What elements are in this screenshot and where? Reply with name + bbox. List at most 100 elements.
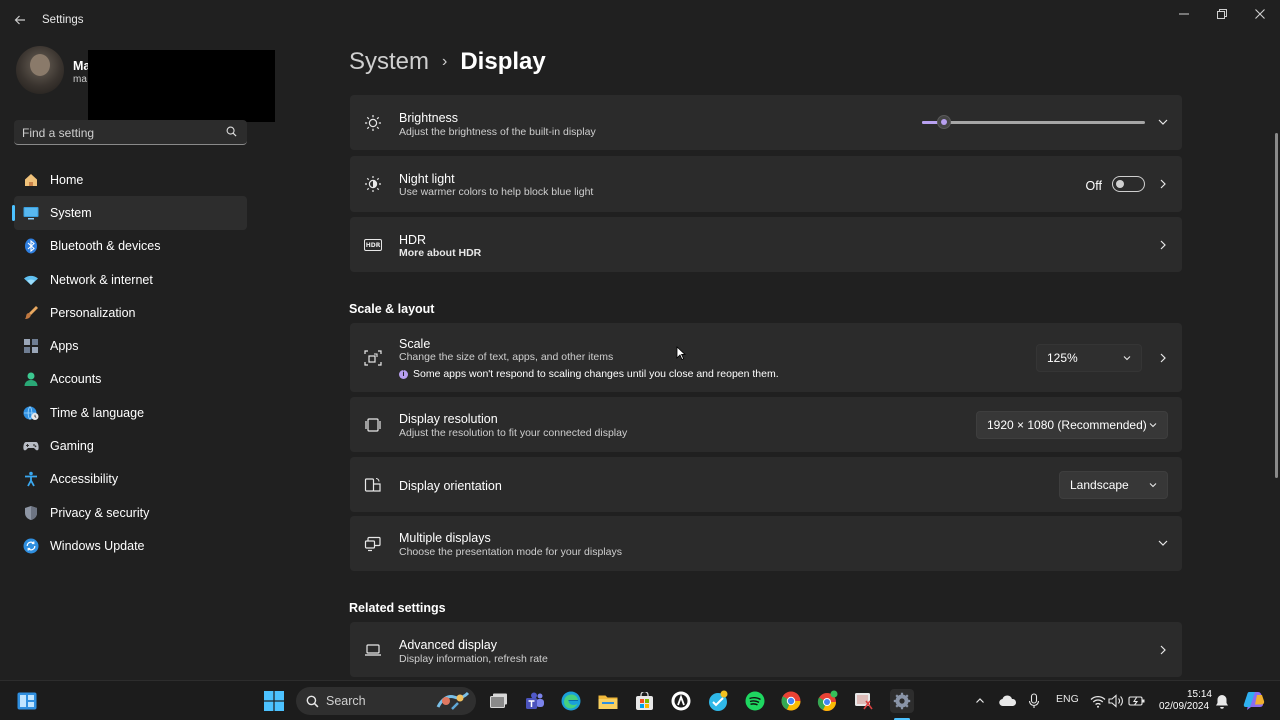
search-icon[interactable] [226, 126, 237, 137]
widgets-icon[interactable] [16, 690, 38, 712]
scale-card[interactable]: Scale Change the size of text, apps, and… [350, 323, 1182, 392]
search-input[interactable] [22, 124, 222, 141]
task-view-icon[interactable] [488, 690, 510, 712]
hdr-icon-text: HDR [364, 239, 382, 251]
breadcrumb-separator: › [442, 53, 448, 70]
minimize-icon[interactable] [1166, 4, 1202, 24]
scrollbar[interactable] [1275, 133, 1278, 478]
language-indicator[interactable]: ENG [1056, 693, 1079, 705]
sidebar-item-label: Time & language [50, 405, 145, 420]
resolution-value: 1920 × 1080 (Recommended) [987, 418, 1147, 432]
advanced-display-card[interactable]: Advanced display Display information, re… [350, 622, 1182, 677]
resolution-icon [363, 415, 383, 435]
brightness-slider[interactable] [922, 115, 1145, 129]
store-icon[interactable] [633, 690, 655, 712]
multiple-displays-subtitle: Choose the presentation mode for your di… [399, 546, 622, 558]
chevron-right-icon[interactable] [1156, 238, 1170, 252]
night-light-toggle[interactable] [1112, 176, 1145, 192]
brightness-card: Brightness Adjust the brightness of the … [350, 95, 1182, 150]
chevron-right-icon[interactable] [1156, 351, 1170, 365]
settings-search[interactable] [14, 120, 247, 145]
section-title-scale-layout: Scale & layout [349, 302, 435, 316]
chevron-up-icon[interactable] [970, 690, 990, 712]
volume-icon[interactable] [1106, 690, 1126, 712]
spotify-icon[interactable] [744, 690, 766, 712]
multiple-displays-icon [363, 534, 383, 554]
resolution-subtitle: Adjust the resolution to fit your connec… [399, 427, 628, 439]
microphone-icon[interactable] [1024, 690, 1044, 712]
taskbar-date[interactable]: 02/09/2024 [1159, 701, 1209, 712]
sidebar-item-label: Accounts [50, 372, 102, 387]
account-icon [23, 371, 39, 387]
sidebar-item-bluetooth[interactable]: Bluetooth & devices [14, 230, 247, 263]
chevron-right-icon[interactable] [1156, 177, 1170, 191]
sidebar-item-label: System [50, 205, 92, 220]
settings-gear-icon[interactable] [890, 689, 914, 713]
back-arrow-icon[interactable] [10, 10, 30, 30]
teams-icon[interactable] [524, 690, 546, 712]
photo-editor-icon[interactable] [707, 690, 729, 712]
orientation-title: Display orientation [399, 479, 502, 493]
home-icon [23, 172, 39, 188]
update-icon [23, 538, 39, 554]
apps-icon [23, 338, 39, 354]
start-windows-icon[interactable] [263, 690, 285, 712]
chevron-down-icon [1149, 423, 1157, 428]
app-circle-icon[interactable] [670, 690, 692, 712]
sidebar-item-time-language[interactable]: Time & language [14, 396, 247, 429]
chevron-right-icon[interactable] [1156, 643, 1170, 657]
edge-icon[interactable] [560, 690, 582, 712]
file-explorer-icon[interactable] [597, 690, 619, 712]
sidebar-item-accessibility[interactable]: Accessibility [14, 463, 247, 496]
chevron-down-icon [1149, 483, 1157, 488]
brightness-slider-thumb[interactable] [937, 115, 952, 129]
chrome-profile-icon[interactable] [817, 690, 839, 712]
snipping-tool-icon[interactable] [853, 690, 875, 712]
sidebar-item-label: Network & internet [50, 272, 153, 287]
mouse-cursor-icon [676, 346, 686, 360]
sidebar-item-label: Bluetooth & devices [50, 239, 161, 254]
close-icon[interactable] [1242, 4, 1278, 24]
wifi-icon[interactable] [1088, 690, 1108, 712]
hdr-card[interactable]: HDR HDR More about HDR [350, 217, 1182, 272]
chevron-down-icon[interactable] [1156, 536, 1170, 550]
sidebar-item-gaming[interactable]: Gaming [14, 429, 247, 462]
taskbar-time[interactable]: 15:14 [1184, 688, 1212, 701]
onedrive-icon[interactable] [998, 690, 1018, 712]
multiple-displays-card[interactable]: Multiple displays Choose the presentatio… [350, 516, 1182, 571]
redaction-box [88, 50, 275, 122]
sidebar-item-windows-update[interactable]: Windows Update [14, 529, 247, 562]
sidebar-item-network[interactable]: Network & internet [14, 263, 247, 296]
multiple-displays-title: Multiple displays [399, 531, 491, 545]
laptop-icon [363, 640, 383, 660]
title-bar: Settings [0, 0, 1280, 40]
orientation-dropdown[interactable]: Landscape [1059, 471, 1168, 499]
resolution-dropdown[interactable]: 1920 × 1080 (Recommended) [976, 411, 1168, 439]
hdr-link[interactable]: More about HDR [399, 247, 481, 259]
display-orientation-card: Display orientation Landscape [350, 457, 1182, 512]
sidebar-item-system[interactable]: System [12, 196, 247, 230]
sidebar-item-personalization[interactable]: Personalization [14, 296, 247, 329]
sidebar-item-home[interactable]: Home [14, 163, 247, 196]
battery-power-icon[interactable] [1127, 690, 1147, 712]
advanced-display-subtitle: Display information, refresh rate [399, 653, 548, 665]
night-light-card[interactable]: Night light Use warmer colors to help bl… [350, 156, 1182, 212]
restore-icon[interactable] [1204, 4, 1240, 24]
chevron-down-icon [1123, 356, 1131, 361]
sidebar-item-apps[interactable]: Apps [14, 329, 247, 362]
notification-bell-icon[interactable] [1212, 690, 1232, 712]
resolution-title: Display resolution [399, 412, 498, 426]
gamepad-icon [23, 438, 39, 454]
chrome-icon[interactable] [780, 690, 802, 712]
copilot-icon[interactable] [1242, 690, 1266, 712]
system-monitor-icon [23, 205, 39, 221]
scale-dropdown[interactable]: 125% [1036, 344, 1142, 372]
orientation-icon [363, 475, 383, 495]
taskbar-search[interactable]: Search [296, 687, 476, 715]
scale-value: 125% [1047, 351, 1078, 365]
avatar [16, 46, 64, 94]
sidebar-item-accounts[interactable]: Accounts [14, 363, 247, 396]
breadcrumb-parent[interactable]: System [349, 48, 429, 76]
chevron-down-icon[interactable] [1156, 115, 1170, 129]
sidebar-item-privacy[interactable]: Privacy & security [14, 496, 247, 529]
